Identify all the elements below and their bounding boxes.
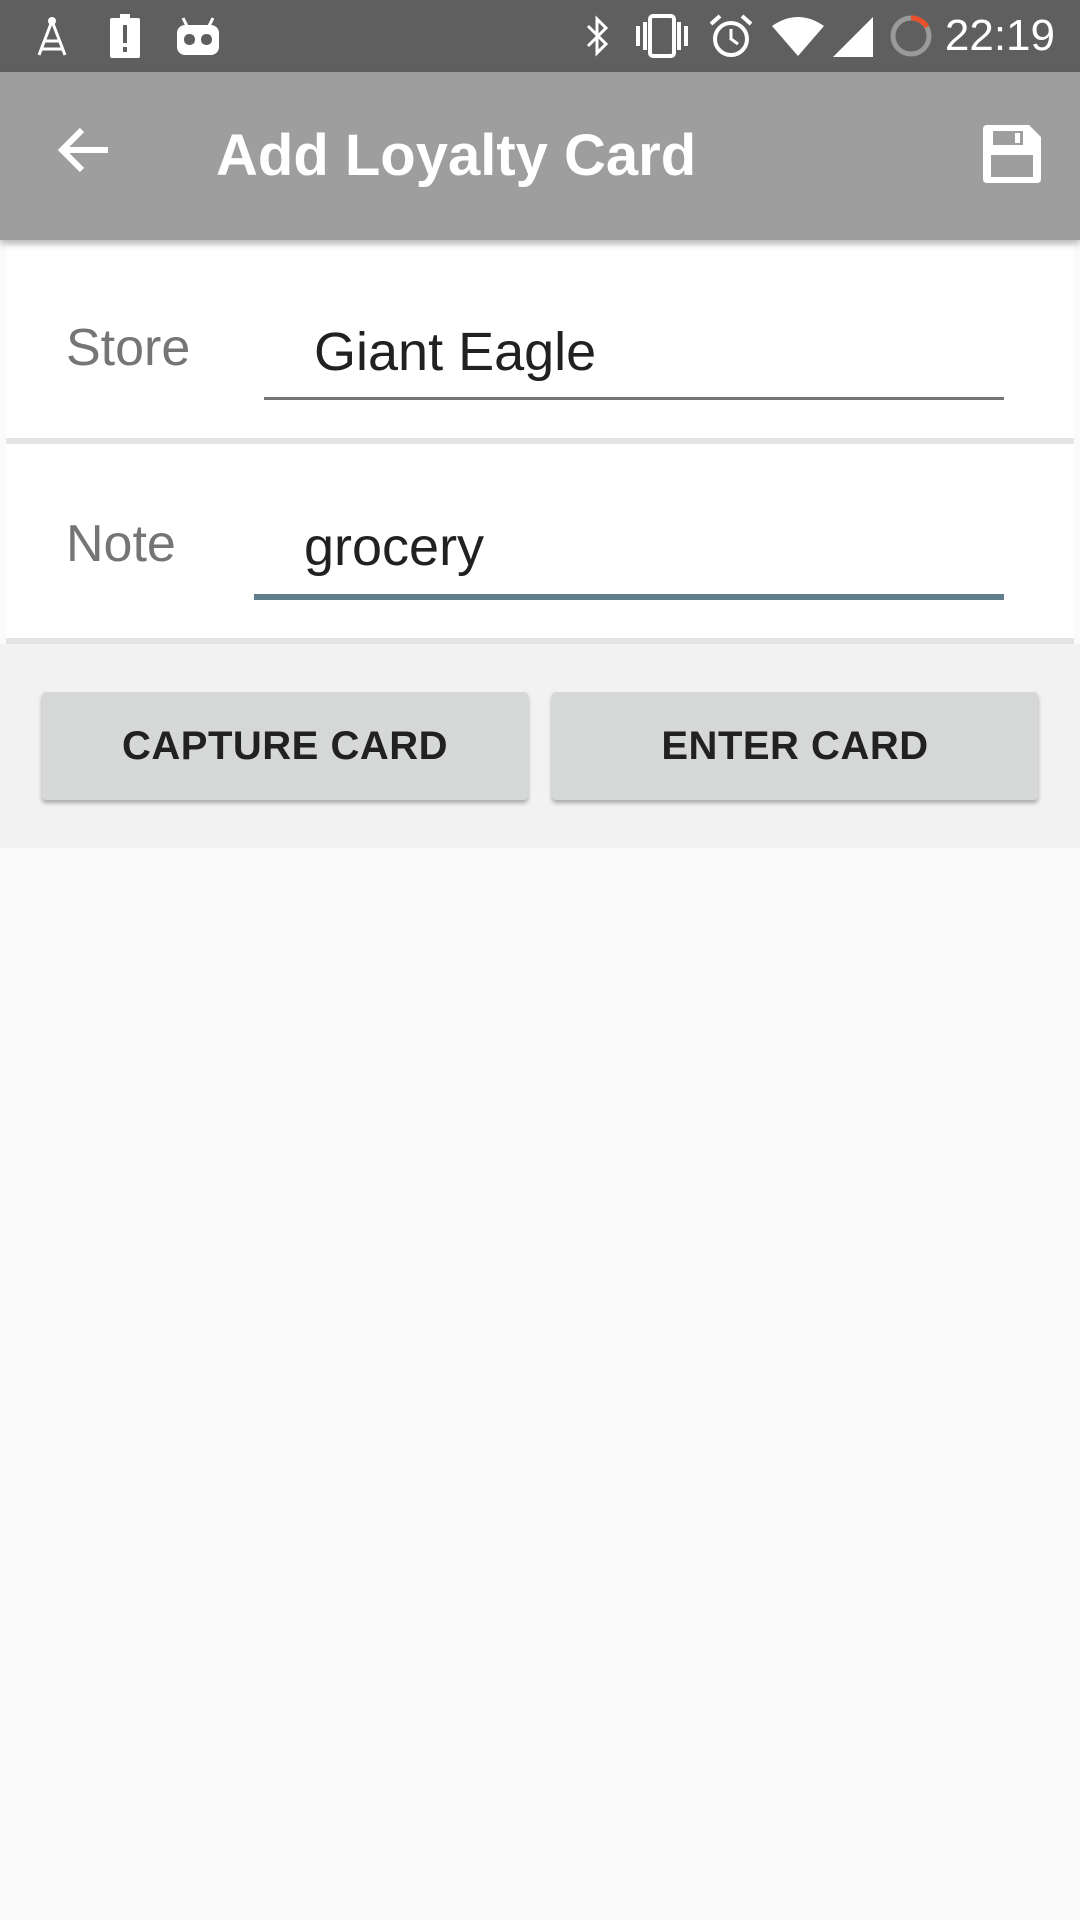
page-title: Add Loyalty Card <box>216 123 697 188</box>
enter-card-button[interactable]: ENTER CARD <box>552 692 1038 800</box>
status-time: 22:19 <box>944 11 1055 60</box>
loading-spinner-icon <box>888 14 934 58</box>
save-button[interactable] <box>974 118 1050 194</box>
signal-tower-icon <box>34 14 70 58</box>
android-icon <box>174 14 222 58</box>
vibrate-icon <box>634 14 690 58</box>
wifi-icon <box>770 14 826 58</box>
note-label: Note <box>66 515 176 573</box>
action-buttons: CAPTURE CARD ENTER CARD <box>0 644 1080 848</box>
note-input[interactable] <box>254 500 1004 600</box>
status-bar: 22:19 <box>0 0 1080 72</box>
store-label: Store <box>66 319 191 377</box>
app-bar: Add Loyalty Card <box>0 72 1080 240</box>
bluetooth-icon <box>580 14 616 58</box>
store-row: Store <box>6 246 1074 444</box>
alarm-icon <box>708 14 754 58</box>
arrow-back-icon <box>56 126 112 179</box>
store-input[interactable] <box>264 306 1004 400</box>
back-button[interactable] <box>44 112 124 192</box>
cell-signal-icon <box>830 14 876 58</box>
battery-alert-icon <box>108 14 142 58</box>
note-row: Note <box>6 444 1074 644</box>
floppy-disk-icon <box>981 123 1043 190</box>
capture-card-button[interactable]: CAPTURE CARD <box>42 692 528 800</box>
